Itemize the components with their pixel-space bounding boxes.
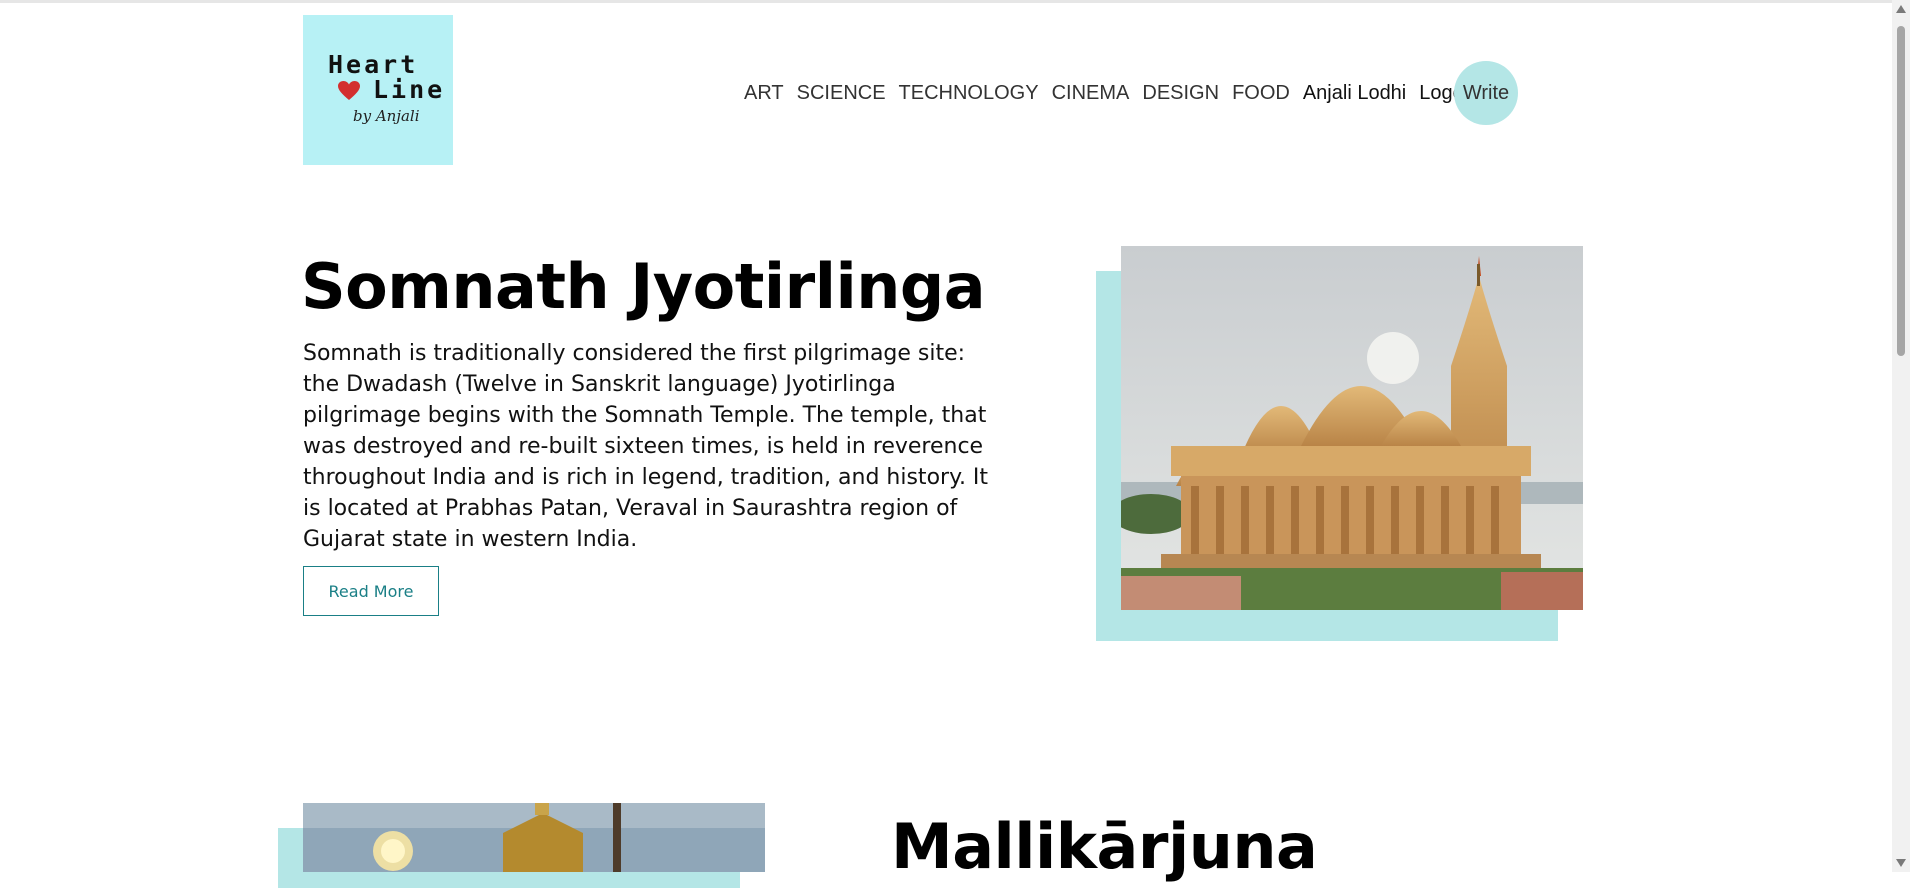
page-scrollbar[interactable] bbox=[1892, 0, 1910, 872]
logo-signature: by Anjali bbox=[353, 107, 420, 125]
nav-user-name[interactable]: Anjali Lodhi bbox=[1303, 82, 1406, 105]
heart-icon bbox=[338, 81, 360, 100]
nav-item-technology[interactable]: TECHNOLOGY bbox=[899, 82, 1039, 105]
top-divider bbox=[0, 0, 1892, 3]
write-button[interactable]: Write bbox=[1454, 61, 1518, 125]
nav-item-cinema[interactable]: CINEMA bbox=[1052, 82, 1130, 105]
nav-item-food[interactable]: FOOD bbox=[1232, 82, 1290, 105]
site-logo[interactable]: Heart Line by Anjali bbox=[303, 15, 453, 165]
nav-item-design[interactable]: DESIGN bbox=[1142, 82, 1219, 105]
read-more-button[interactable]: Read More bbox=[303, 566, 439, 616]
post-title[interactable]: Mallikārjuna bbox=[891, 810, 1318, 883]
post-image-temple[interactable] bbox=[1121, 246, 1583, 610]
scrollbar-thumb[interactable] bbox=[1897, 26, 1905, 356]
post-image-mallikarjuna[interactable] bbox=[303, 803, 765, 872]
nav-item-art[interactable]: ART bbox=[744, 82, 784, 105]
post-description: Somnath is traditionally considered the … bbox=[303, 341, 989, 552]
nav-item-science[interactable]: SCIENCE bbox=[797, 82, 886, 105]
scroll-up-arrow-icon[interactable] bbox=[1896, 5, 1906, 13]
logo-word-line: Line bbox=[373, 75, 446, 104]
scroll-down-arrow-icon[interactable] bbox=[1896, 859, 1906, 867]
main-nav: ART SCIENCE TECHNOLOGY CINEMA DESIGN FOO… bbox=[744, 75, 1480, 111]
post-title[interactable]: Somnath Jyotirlinga bbox=[301, 250, 986, 323]
